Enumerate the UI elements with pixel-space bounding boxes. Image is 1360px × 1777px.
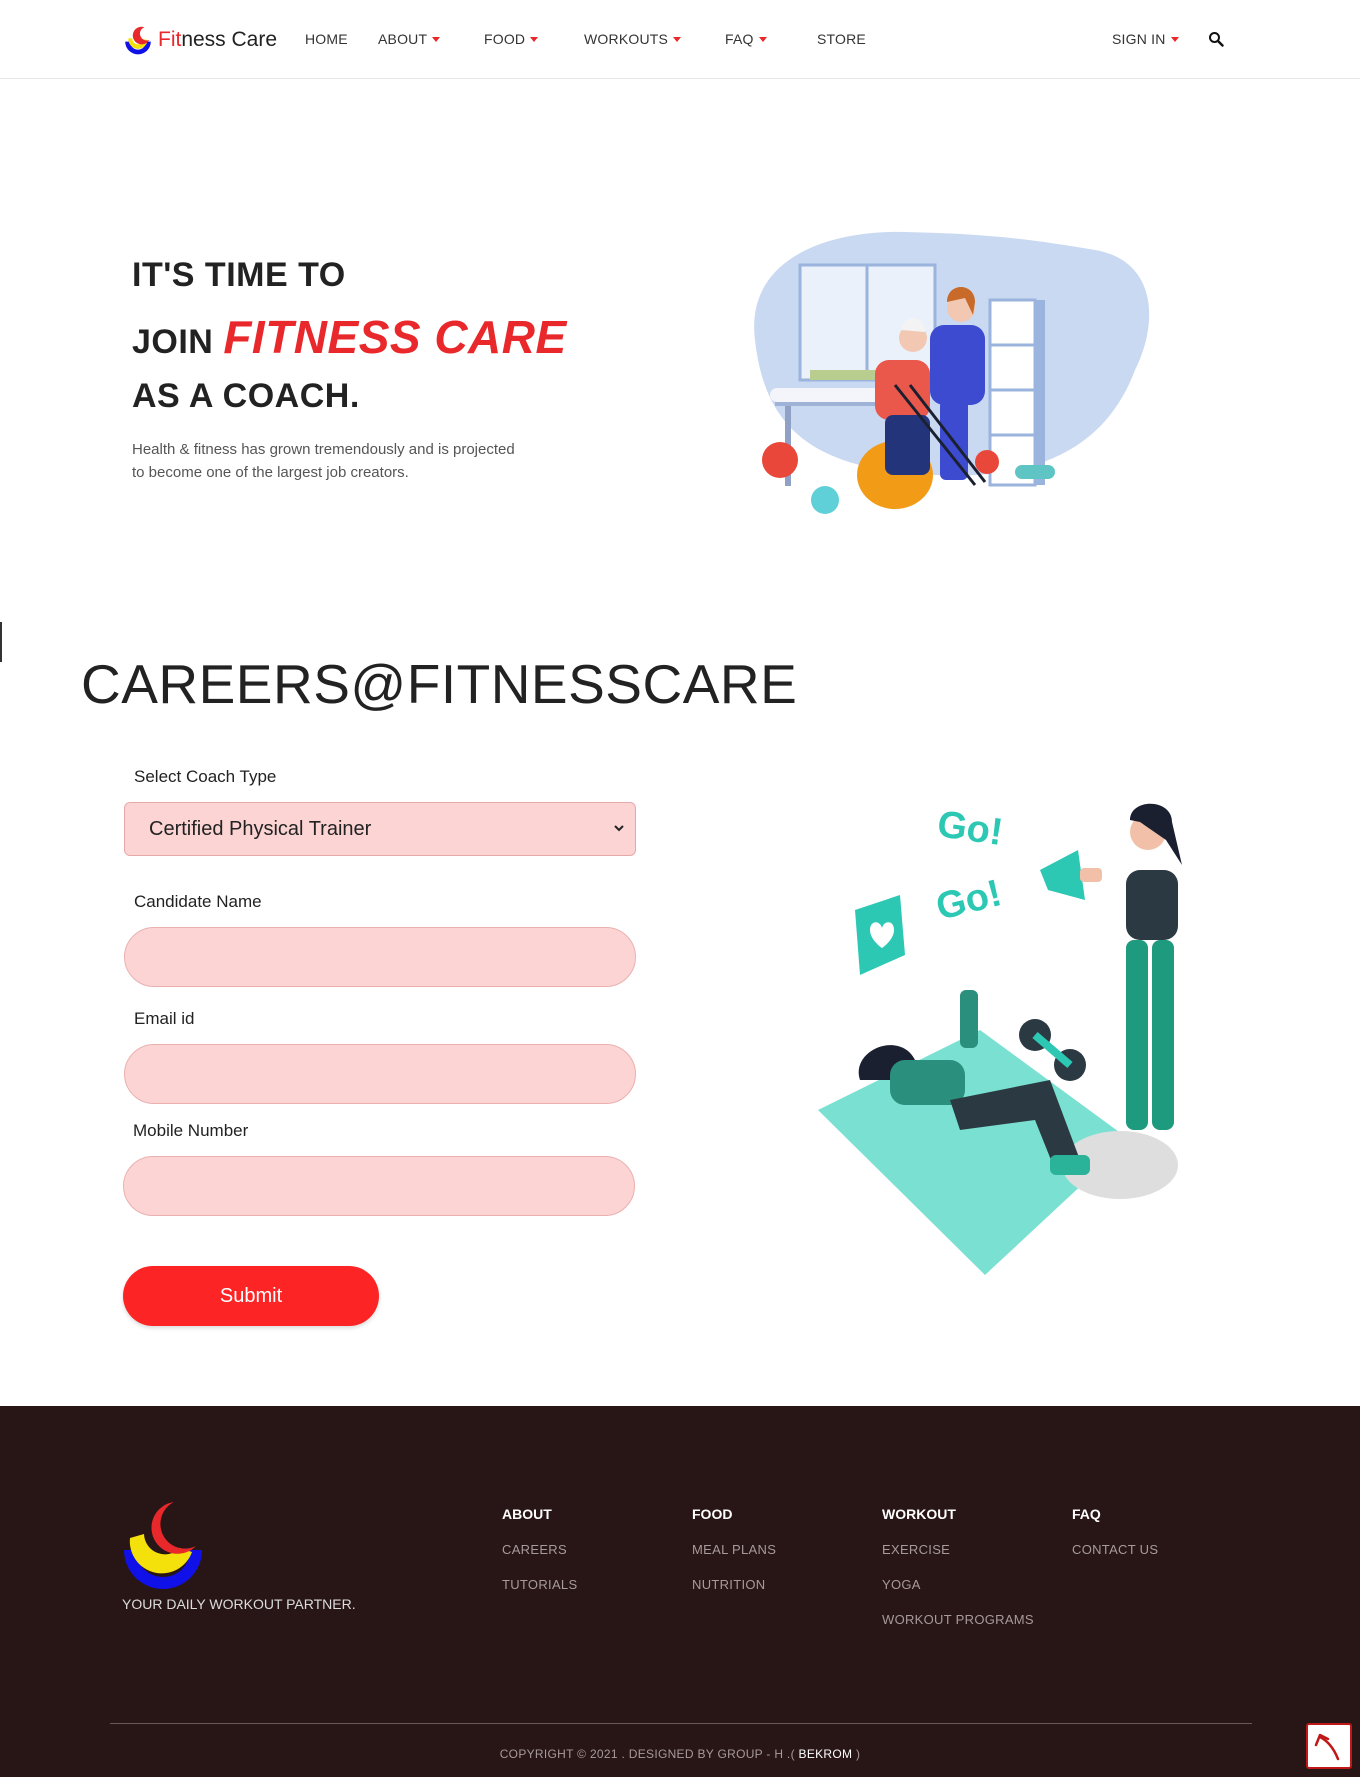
back-to-top-icon xyxy=(1314,1733,1340,1761)
careers-title: CAREERS@FITNESSCARE xyxy=(81,653,798,715)
nav-sign-in[interactable]: SIGN IN xyxy=(1112,31,1179,47)
footer-heading-food[interactable]: FOOD xyxy=(692,1506,732,1522)
hero-description: Health & fitness has grown tremendously … xyxy=(132,441,515,481)
chevron-down-icon xyxy=(614,825,624,832)
mobile-number-label: Mobile Number xyxy=(133,1121,249,1140)
nav-store[interactable]: STORE xyxy=(817,31,866,47)
candidate-name-input[interactable] xyxy=(124,927,636,987)
hero-line-1: IT'S TIME TO xyxy=(132,256,346,294)
footer-heading-faq[interactable]: FAQ xyxy=(1072,1506,1101,1522)
footer-link-yoga[interactable]: YOGA xyxy=(882,1577,921,1592)
email-label: Email id xyxy=(134,1009,195,1028)
nav-faq[interactable]: FAQ xyxy=(725,31,767,47)
physiotherapy-illustration xyxy=(754,231,1150,514)
footer-heading-about[interactable]: ABOUT xyxy=(502,1506,552,1522)
candidate-name-label: Candidate Name xyxy=(134,892,262,911)
nav-workouts[interactable]: WORKOUTS xyxy=(584,31,682,47)
footer-link-meal-plans[interactable]: MEAL PLANS xyxy=(692,1542,776,1557)
coach-type-value: Certified Physical Trainer xyxy=(149,817,372,840)
footer-divider xyxy=(110,1723,1252,1724)
submit-button[interactable]: Submit xyxy=(123,1266,379,1326)
caret-down-icon xyxy=(530,37,539,42)
coach-type-select[interactable]: Certified Physical Trainer xyxy=(124,802,636,856)
nav-food[interactable]: FOOD xyxy=(484,31,539,47)
caret-down-icon xyxy=(432,37,441,42)
footer-heading-workout[interactable]: WORKOUT xyxy=(882,1506,956,1522)
footer-link-contact-us[interactable]: CONTACT US xyxy=(1072,1542,1158,1557)
caret-down-icon xyxy=(1170,37,1179,42)
email-input[interactable] xyxy=(124,1044,636,1104)
footer-tagline: YOUR DAILY WORKOUT PARTNER. xyxy=(122,1596,356,1612)
search-icon[interactable] xyxy=(1208,31,1224,47)
logo-icon xyxy=(125,26,151,55)
footer-logo-icon xyxy=(124,1502,202,1589)
copyright-text: COPYRIGHT © 2021 . DESIGNED BY GROUP - H… xyxy=(499,1747,861,1761)
brand-name: Fitness Care xyxy=(158,28,278,51)
side-marker xyxy=(0,622,2,662)
go-label-2: Go! xyxy=(932,872,1006,929)
nav-about[interactable]: ABOUT xyxy=(378,31,441,47)
hero-brand-accent: FITNESS CARE xyxy=(223,311,567,363)
site-footer: YOUR DAILY WORKOUT PARTNER. ABOUT CAREER… xyxy=(0,1406,1360,1777)
workout-coach-illustration: Go! Go! xyxy=(818,803,1182,1275)
caret-down-icon xyxy=(758,37,767,42)
footer-link-nutrition[interactable]: NUTRITION xyxy=(692,1577,765,1592)
top-navbar: Fitness Care HOME ABOUT FOOD WORKOUTS FA… xyxy=(0,0,1360,79)
brand-link[interactable]: Fitness Care xyxy=(122,24,277,56)
back-to-top-button[interactable] xyxy=(1306,1723,1352,1769)
mobile-number-input[interactable] xyxy=(123,1156,635,1216)
hero-line-3: AS A COACH. xyxy=(132,377,360,415)
footer-link-careers[interactable]: CAREERS xyxy=(502,1542,567,1557)
footer-link-exercise[interactable]: EXERCISE xyxy=(882,1542,950,1557)
coach-type-label: Select Coach Type xyxy=(134,767,277,786)
designer-link[interactable]: BEKROM xyxy=(799,1747,853,1761)
caret-down-icon xyxy=(673,37,682,42)
nav-home[interactable]: HOME xyxy=(305,31,348,47)
hero-join-text: JOIN xyxy=(132,323,214,361)
footer-link-tutorials[interactable]: TUTORIALS xyxy=(502,1577,577,1592)
hero-line-2: JOIN FITNESS CARE xyxy=(132,310,567,364)
go-label-1: Go! xyxy=(935,803,1006,854)
footer-link-workout-programs[interactable]: WORKOUT PROGRAMS xyxy=(882,1612,1034,1627)
